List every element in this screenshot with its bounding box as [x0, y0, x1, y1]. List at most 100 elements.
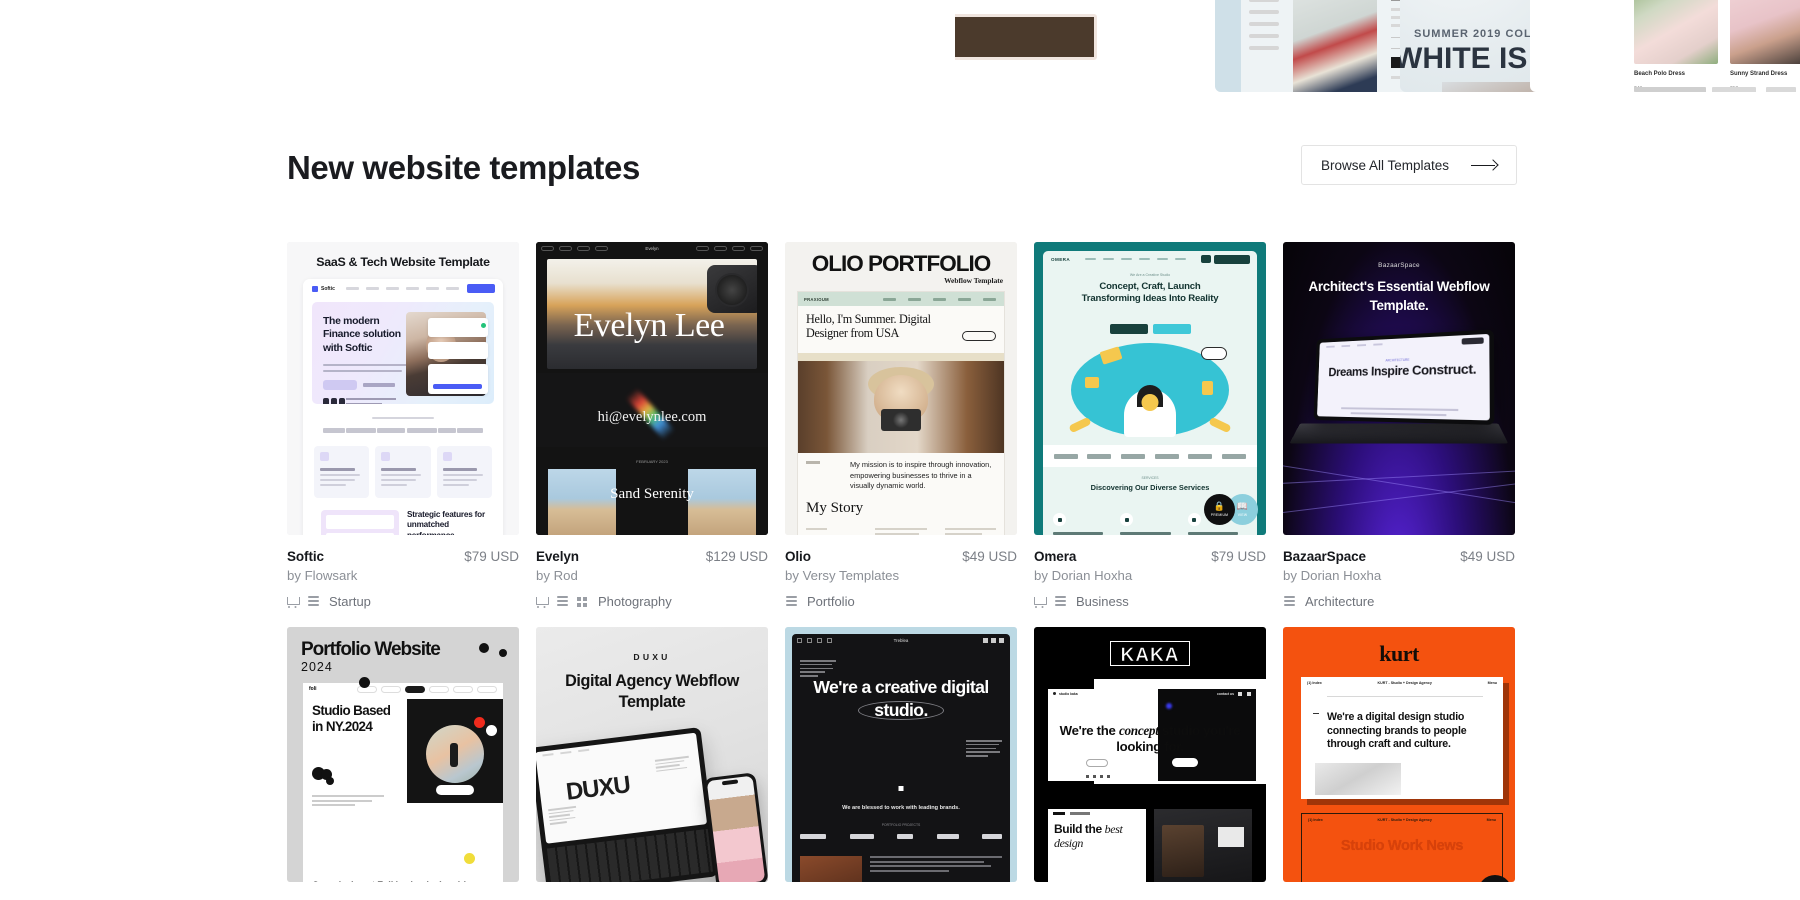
template-badges: Photography	[536, 594, 768, 609]
thumbnail-hover-actions[interactable]: 🔒 PREMIUM 📖 VIEW	[1204, 494, 1258, 525]
kaka-headline: We're the concept studio you're looking …	[1059, 723, 1241, 754]
evelyn-contact-band: hi@evelynlee.com	[536, 373, 768, 447]
portfolio2024-hero-sub	[312, 795, 384, 809]
template-author[interactable]: by Flowsark	[287, 568, 519, 583]
templates-marketplace-page: SUMMER 2019 COLLE WHITE IS E Beach Polo …	[0, 0, 1800, 900]
softic-headline: SaaS & Tech Website Template	[316, 255, 490, 269]
template-name[interactable]: BazaarSpace	[1283, 549, 1366, 564]
decor-dot-yellow	[464, 853, 475, 864]
softic-nav: Softic	[303, 279, 503, 298]
kaka-preview: KAKA studio kaka contact us We're the co…	[1034, 627, 1266, 882]
olio-section-title: My Story	[806, 500, 864, 516]
template-thumbnail[interactable]: Treblea We're a creative digital studio.	[785, 627, 1017, 882]
template-card-portfolio-2024[interactable]: Portfolio Website 2024 foli Studio Based…	[287, 627, 519, 882]
template-card-bazaarspace[interactable]: BazaarSpace Architect's Essential Webflo…	[1283, 242, 1515, 609]
browse-all-templates-button[interactable]: Browse All Templates	[1300, 145, 1517, 185]
template-meta: BazaarSpace $49 USD by Dorian Hoxha Arch…	[1283, 535, 1515, 609]
template-author[interactable]: by Dorian Hoxha	[1034, 568, 1266, 583]
softic-nav-links	[346, 287, 459, 290]
template-category[interactable]: Business	[1076, 594, 1129, 609]
evelyn-hero: Evelyn Lee	[547, 259, 757, 369]
treblea-sub: We are blessed to work with leading bran…	[842, 805, 960, 811]
template-author[interactable]: by Versy Templates	[785, 568, 1017, 583]
template-category[interactable]: Portfolio	[807, 594, 855, 609]
layers-icon	[785, 595, 798, 608]
template-card-kurt[interactable]: kurt (1) Index KURT - Studio + Design Ag…	[1283, 627, 1515, 882]
duxu-kicker: DUXU	[633, 652, 671, 662]
collection-eyebrow: SUMMER 2019 COLLE	[1414, 28, 1548, 40]
kurt-nav-right: Menu	[1487, 680, 1497, 685]
template-thumbnail[interactable]: OMERA We Are a Creative Studio Concept, …	[1034, 242, 1266, 535]
template-category[interactable]: Architecture	[1305, 594, 1374, 609]
decor-star	[898, 786, 904, 791]
phone-mockup	[703, 772, 768, 882]
product-title-2: Sunny Strand Dress	[1730, 71, 1788, 77]
treblea-right-paragraph	[966, 740, 1002, 759]
softic-float-card-3	[428, 364, 488, 394]
laptop-screen: ARCHITECTURE Dreams Inspire Construct.	[1313, 329, 1495, 425]
template-card-olio[interactable]: OLIO PORTFOLIO Webflow Template PRAXIOUM…	[785, 242, 1017, 609]
template-card-duxu[interactable]: DUXU Digital Agency Webflow Template DUX…	[536, 627, 768, 882]
portfolio2024-year: 2024	[301, 660, 333, 674]
top-strip-card-5[interactable]: Beach Polo Dress Sunny Strand Dress $48 …	[1630, 0, 1800, 92]
template-thumbnail[interactable]: DUXU Digital Agency Webflow Template DUX…	[536, 627, 768, 882]
treblea-sub-small: PORTFOLIO PROJECTS	[881, 823, 921, 827]
decor-dot	[359, 677, 370, 688]
template-thumbnail[interactable]: Portfolio Website 2024 foli Studio Based…	[287, 627, 519, 882]
template-thumbnail[interactable]: kurt (1) Index KURT - Studio + Design Ag…	[1283, 627, 1515, 882]
template-card-softic[interactable]: SaaS & Tech Website Template Softic The …	[287, 242, 519, 609]
premium-label: PREMIUM	[1210, 512, 1229, 517]
template-thumbnail[interactable]: BazaarSpace Architect's Essential Webflo…	[1283, 242, 1515, 535]
template-card-evelyn[interactable]: Evelyn Evelyn Lee hi@evelynlee.com FEBRU…	[536, 242, 768, 609]
softic-site-frame: Softic The modern Finance solution with …	[303, 279, 503, 535]
softic-float-card-1	[428, 318, 488, 337]
premium-badge-button[interactable]: 🔒 PREMIUM	[1204, 494, 1235, 525]
portfolio2024-headline: Portfolio Website	[301, 639, 441, 660]
previous-section-overflow: SUMMER 2019 COLLE WHITE IS E Beach Polo …	[0, 0, 1800, 92]
portfolio2024-preview: Portfolio Website 2024 foli Studio Based…	[287, 627, 519, 882]
template-badges: Startup	[287, 594, 519, 609]
kurt-word-stack: Studio Work News	[1340, 838, 1464, 854]
template-price: $49 USD	[962, 549, 1017, 564]
omera-preview: OMERA We Are a Creative Studio Concept, …	[1034, 242, 1266, 535]
template-meta: Evelyn $129 USD by Rod Photography	[536, 535, 768, 609]
template-card-treblea[interactable]: Treblea We're a creative digital studio.	[785, 627, 1017, 882]
left-rail	[1215, 0, 1241, 92]
bazaarspace-screen-title: Dreams Inspire Construct.	[1328, 360, 1477, 379]
olio-quote-label	[806, 461, 820, 464]
olio-nav: PRAXIOUM	[798, 292, 1004, 306]
template-thumbnail[interactable]: KAKA studio kaka contact us We're the co…	[1034, 627, 1266, 882]
evelyn-email: hi@evelynlee.com	[597, 409, 707, 425]
softic-lower-section: Strategic features for unmatched perform…	[321, 510, 492, 535]
softic-hero: The modern Finance solution with Softic	[312, 302, 494, 404]
template-thumbnail[interactable]: SaaS & Tech Website Template Softic The …	[287, 242, 519, 535]
omera-eyebrow: We Are a Creative Studio	[1129, 273, 1171, 277]
template-category[interactable]: Startup	[329, 594, 371, 609]
template-name[interactable]: Softic	[287, 549, 324, 564]
softic-logo-text: Softic	[321, 285, 335, 292]
template-name[interactable]: Olio	[785, 549, 811, 564]
template-author[interactable]: by Dorian Hoxha	[1283, 568, 1515, 583]
portfolio2024-hero-image	[407, 699, 503, 803]
template-thumbnail[interactable]: Evelyn Evelyn Lee hi@evelynlee.com FEBRU…	[536, 242, 768, 535]
template-price: $79 USD	[1211, 549, 1266, 564]
template-thumbnail[interactable]: OLIO PORTFOLIO Webflow Template PRAXIOUM…	[785, 242, 1017, 535]
top-strip-card-1[interactable]	[955, 0, 1210, 92]
softic-hero-sub	[323, 364, 415, 376]
decor-dot	[479, 643, 489, 653]
light-beam	[1283, 462, 1515, 511]
template-card-kaka[interactable]: KAKA studio kaka contact us We're the co…	[1034, 627, 1266, 882]
kurt-screen-top: (1) Index KURT - Studio + Design Agency …	[1301, 677, 1503, 799]
template-author[interactable]: by Rod	[536, 568, 768, 583]
treblea-site-frame: Treblea We're a creative digital studio.	[792, 634, 1010, 882]
template-meta: Olio $49 USD by Versy Templates Portfoli…	[785, 535, 1017, 609]
evelyn-nav: Evelyn	[536, 242, 768, 255]
template-category[interactable]: Photography	[598, 594, 672, 609]
kurt-preview: kurt (1) Index KURT - Studio + Design Ag…	[1283, 627, 1515, 882]
template-card-omera[interactable]: OMERA We Are a Creative Studio Concept, …	[1034, 242, 1266, 609]
template-name[interactable]: Omera	[1034, 549, 1076, 564]
lock-icon: 🔒	[1213, 501, 1226, 512]
layers-icon	[556, 595, 569, 608]
olio-quote: My mission is to inspire through innovat…	[850, 460, 992, 491]
template-name[interactable]: Evelyn	[536, 549, 579, 564]
